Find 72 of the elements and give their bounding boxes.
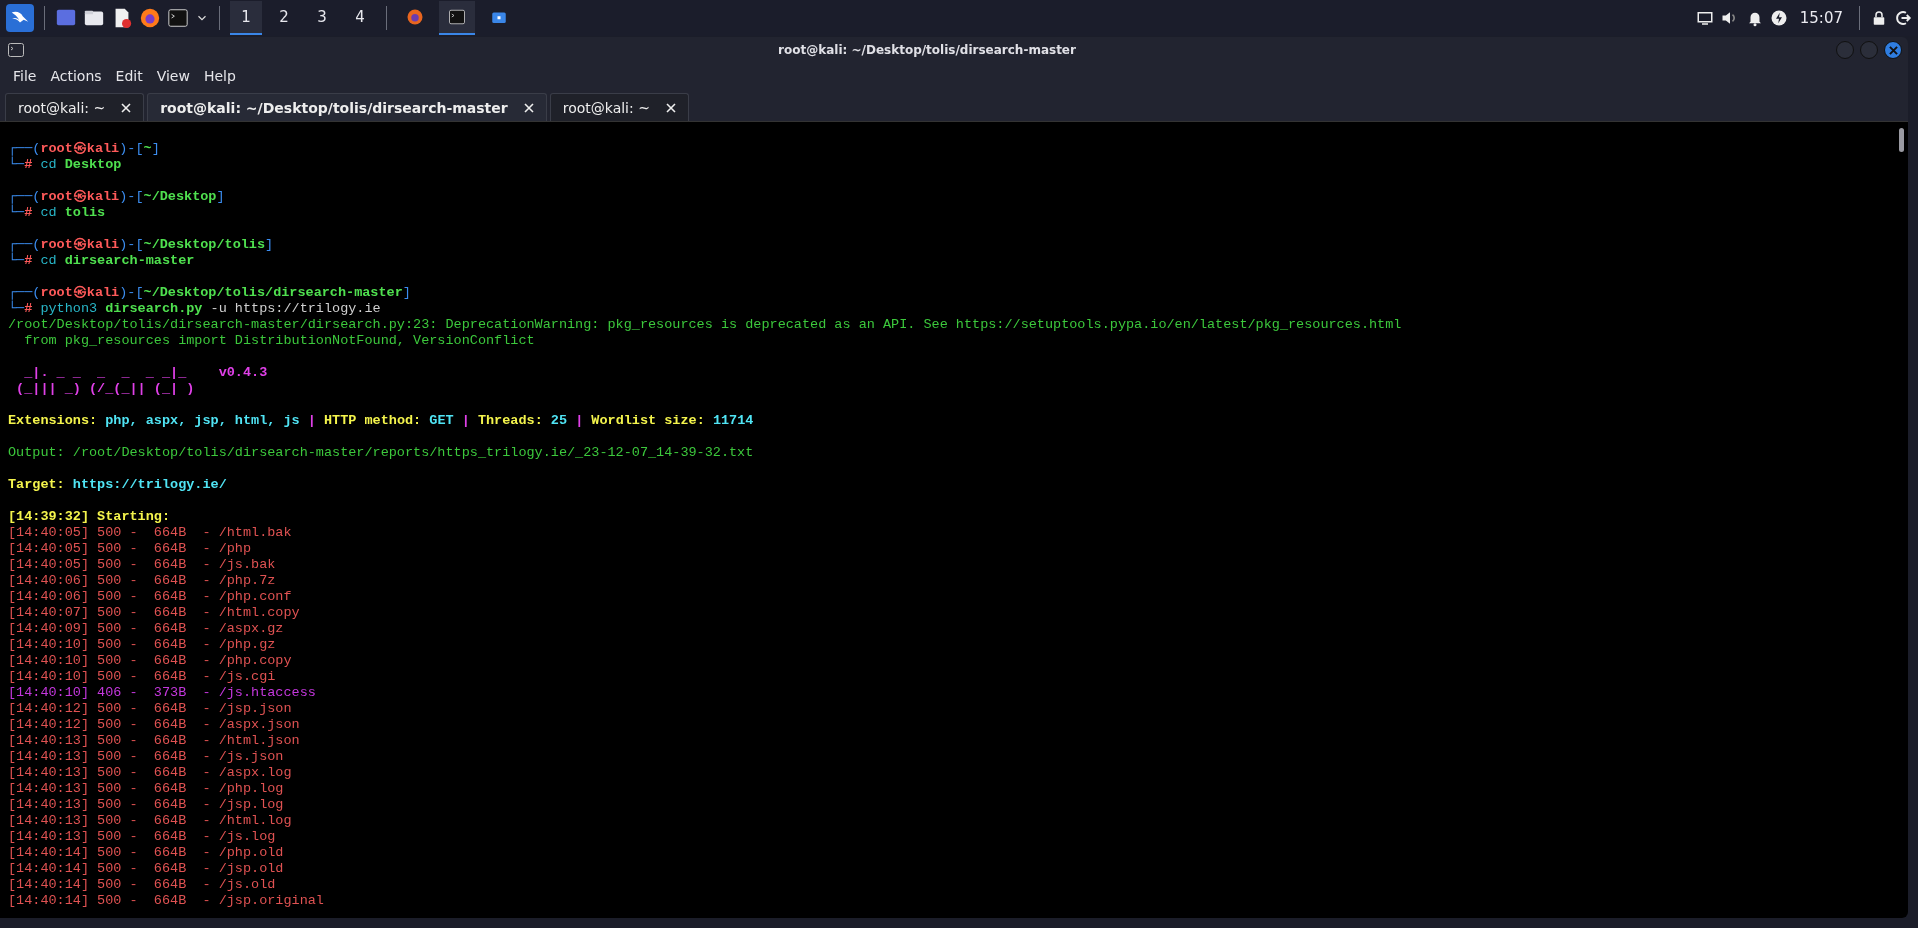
terminal-line: [14:40:12] 500 - 664B - /aspx.json xyxy=(8,717,301,733)
workspace-button[interactable]: 3 xyxy=(306,1,338,35)
terminal-line: [14:40:06] 500 - 664B - /php.conf xyxy=(8,589,293,605)
browser-icon xyxy=(406,8,424,26)
terminal-line: [14:40:13] 500 - 664B - /jsp.log xyxy=(8,797,285,813)
scrollbar-thumb[interactable] xyxy=(1899,128,1904,152)
terminal-tab[interactable]: root@kali: ~ xyxy=(549,93,689,121)
terminal-line: [14:40:14] 500 - 664B - /js.old xyxy=(8,877,277,893)
terminal-line: [14:40:13] 500 - 664B - /php.log xyxy=(8,781,285,797)
workspace-button[interactable]: 4 xyxy=(344,1,376,35)
logout-icon[interactable] xyxy=(1894,9,1912,27)
terminal-line: [14:40:13] 500 - 664B - /js.json xyxy=(8,749,285,765)
close-tab-icon[interactable] xyxy=(523,102,534,113)
clock[interactable]: 15:07 xyxy=(1799,9,1843,27)
terminal-task-button[interactable] xyxy=(439,1,475,35)
terminal-line: Output: /root/Desktop/tolis/dirsearch-master/reports/https_trilogy.ie/_23-12-07_14-39-32.txt xyxy=(8,445,755,461)
terminal-line: [14:40:06] 500 - 664B - /php.7z xyxy=(8,573,277,589)
terminal-icon xyxy=(8,43,24,57)
terminal-line: [14:40:13] 500 - 664B - /js.log xyxy=(8,829,277,845)
display-icon[interactable] xyxy=(1695,9,1714,27)
tab-label: root@kali: ~/Desktop/tolis/dirsearch-master xyxy=(160,99,508,116)
terminal-line: [14:40:05] 500 - 664B - /js.bak xyxy=(8,557,277,573)
terminal-line: Extensions: php, aspx, jsp, html, js | HTTP method: GET | Threads: 25 | Wordlist size: 11714 xyxy=(8,413,755,429)
menu-item[interactable]: Actions xyxy=(45,66,107,86)
terminal-line: (_||| _) (/_(_|| (_| ) xyxy=(15,381,196,397)
terminal-line: └─# cd tolis xyxy=(8,205,107,221)
menu-item[interactable]: File xyxy=(8,66,42,86)
terminal-line: [14:40:09] 500 - 664B - /aspx.gz xyxy=(8,621,285,637)
terminal-tab[interactable]: root@kali: ~ xyxy=(5,93,145,121)
close-tab-icon[interactable] xyxy=(665,102,676,113)
browser-icon[interactable] xyxy=(139,7,161,29)
terminal-line: ┌──(root㉿kali)-[~/Desktop] xyxy=(8,189,226,205)
terminal-line: [14:40:05] 500 - 664B - /php xyxy=(8,541,253,557)
terminal-line: [14:40:13] 500 - 664B - /aspx.log xyxy=(8,765,293,781)
window-title: root@kali: ~/Desktop/tolis/dirsearch-master xyxy=(777,43,1077,57)
close-tab-icon[interactable] xyxy=(121,102,132,113)
terminal-line: ┌──(root㉿kali)-[~/Desktop/tolis/dirsearch-master] xyxy=(8,285,412,301)
close-button[interactable] xyxy=(1884,41,1902,59)
terminal-line: └─# python3 dirsearch.py -u https://trilogy.ie xyxy=(8,301,382,317)
tab-label: root@kali: ~ xyxy=(562,99,650,116)
terminal-tab[interactable]: root@kali: ~/Desktop/tolis/dirsearch-master xyxy=(147,93,547,121)
terminal-line: [14:40:14] 500 - 664B - /jsp.old xyxy=(8,861,285,877)
menu-item[interactable]: Help xyxy=(198,66,241,86)
terminal-line: _|. _ _ _ _ _ _|_ v0.4.3 xyxy=(23,365,269,381)
close-icon xyxy=(1888,45,1898,55)
workspace-button[interactable]: 2 xyxy=(268,1,300,35)
terminal-line: [14:40:10] 500 - 664B - /js.cgi xyxy=(8,669,277,685)
terminal-line: [14:40:13] 500 - 664B - /html.log xyxy=(8,813,293,829)
terminal-line: [14:40:10] 500 - 664B - /php.gz xyxy=(8,637,277,653)
terminal-line: [14:40:05] 500 - 664B - /html.bak xyxy=(8,525,293,541)
terminal-line: └─# cd Desktop xyxy=(8,157,123,173)
terminal-line: [14:40:10] 406 - 373B - /js.htaccess xyxy=(8,685,317,701)
terminal-line: [14:40:07] 500 - 664B - /html.copy xyxy=(8,605,301,621)
terminal-line: [14:40:10] 500 - 664B - /php.copy xyxy=(8,653,293,669)
workspace-button[interactable]: 1 xyxy=(230,1,262,35)
terminal-line: ┌──(root㉿kali)-[~/Desktop/tolis] xyxy=(8,237,275,253)
lightning-icon[interactable] xyxy=(1769,9,1788,27)
terminal-icon[interactable] xyxy=(167,7,189,29)
terminal-line: [14:40:14] 500 - 664B - /jsp.original xyxy=(8,893,325,909)
tab-label: root@kali: ~ xyxy=(18,99,106,116)
terminal-line: [14:40:12] 500 - 664B - /jsp.json xyxy=(8,701,293,717)
menu-item[interactable]: View xyxy=(151,66,195,86)
terminal-line: └─# cd dirsearch-master xyxy=(8,253,196,269)
terminal-line: [14:39:32] Starting: xyxy=(8,509,172,525)
terminal-line: [14:40:13] 500 - 664B - /html.json xyxy=(8,733,301,749)
terminal-icon xyxy=(448,8,466,26)
terminal-line: from pkg_resources import DistributionNotFound, VersionConflict xyxy=(23,333,536,349)
terminal-line: ┌──(root㉿kali)-[~] xyxy=(8,141,161,157)
terminal-line: [14:40:14] 500 - 664B - /php.old xyxy=(8,845,285,861)
terminal-line: Target: https://trilogy.ie/ xyxy=(8,477,228,493)
terminal-line: /root/Desktop/tolis/dirsearch-master/dirsearch.py:23: DeprecationWarning: pkg_resources is deprecated as an API. See https://setuptools.pypa.io/en/latest/pkg_resources.html xyxy=(8,317,1403,333)
menu-item[interactable]: Edit xyxy=(110,66,148,86)
